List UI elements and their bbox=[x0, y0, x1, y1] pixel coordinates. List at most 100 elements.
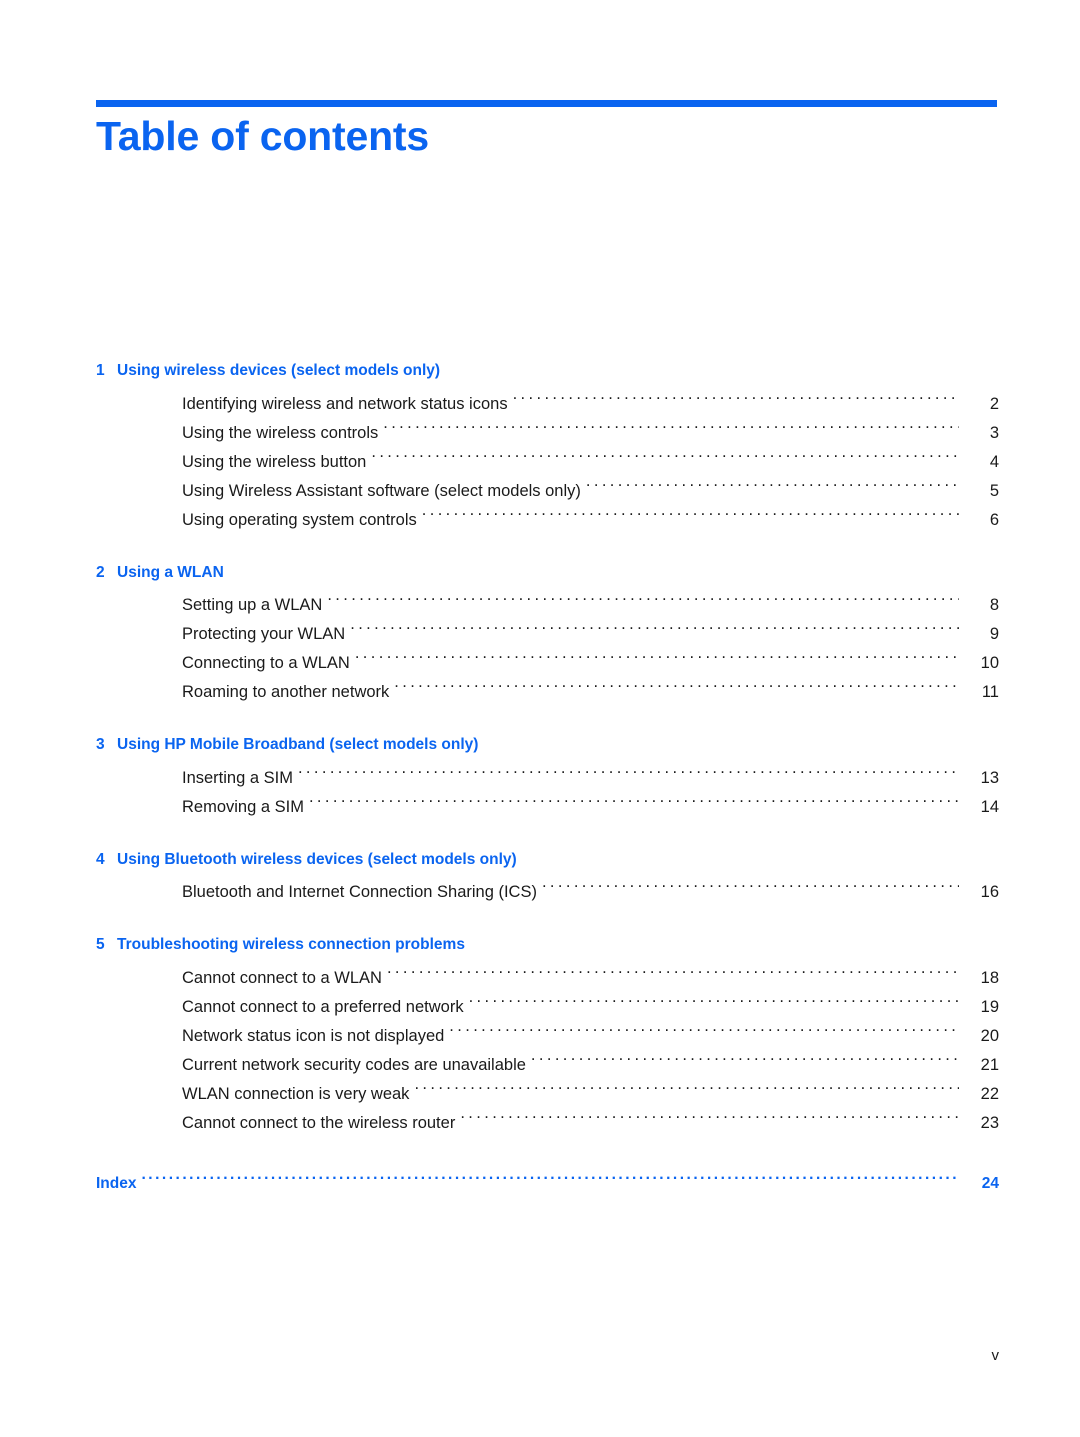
toc-entry[interactable]: Using the wireless button 4 bbox=[96, 448, 999, 477]
toc-entry-label: WLAN connection is very weak bbox=[182, 1084, 410, 1103]
toc-entry-dot-leader bbox=[350, 623, 959, 640]
toc-chapter-number: 2 bbox=[96, 563, 105, 581]
toc-entry[interactable]: Current network security codes are unava… bbox=[96, 1051, 999, 1080]
toc-entry-label: Using the wireless button bbox=[182, 452, 367, 471]
toc-index-entry[interactable]: Index 24 bbox=[96, 1171, 999, 1197]
page-header: Table of contents bbox=[96, 100, 997, 160]
toc-entry-page-number: 16 bbox=[980, 883, 999, 901]
toc-entry[interactable]: Using operating system controls 6 bbox=[96, 506, 999, 535]
toc-entry-label: Network status icon is not displayed bbox=[182, 1026, 445, 1045]
toc-entry[interactable]: Removing a SIM 14 bbox=[96, 793, 999, 822]
title-divider-rule bbox=[96, 100, 997, 107]
toc-entry-dot-leader bbox=[355, 652, 959, 669]
toc-entry-label: Cannot connect to a preferred network bbox=[182, 997, 464, 1016]
toc-entry-dot-leader bbox=[449, 1024, 959, 1041]
toc-chapter: 5 Troubleshooting wireless connection pro… bbox=[96, 937, 999, 1138]
toc-entry-label: Removing a SIM bbox=[182, 797, 304, 816]
toc-index-page-number: 24 bbox=[981, 1174, 999, 1192]
toc-entry-list: Cannot connect to a WLAN18Cannot connect… bbox=[96, 964, 999, 1138]
toc-entry-dot-leader bbox=[542, 881, 959, 898]
toc-entry-list: Bluetooth and Internet Connection Sharin… bbox=[96, 878, 999, 907]
toc-entry-page-number: 4 bbox=[989, 452, 999, 471]
table-of-contents: 1 Using wireless devices (select models o… bbox=[96, 363, 999, 1197]
toc-entry[interactable]: Protecting your WLAN 9 bbox=[96, 620, 999, 649]
toc-entry[interactable]: Connecting to a WLAN 10 bbox=[96, 649, 999, 678]
toc-chapter-heading[interactable]: 2 Using a WLAN bbox=[96, 563, 999, 581]
toc-entry-list: Inserting a SIM 13 Removing a SIM 14 bbox=[96, 764, 999, 822]
toc-entry-label: Bluetooth and Internet Connection Sharin… bbox=[182, 883, 537, 901]
toc-entry-list: Setting up a WLAN 8 Protecting your WLAN 9 C… bbox=[96, 591, 999, 707]
toc-chapter: 3 Using HP Mobile Broadband (select model… bbox=[96, 737, 999, 822]
toc-entry-dot-leader bbox=[469, 995, 959, 1012]
toc-entry[interactable]: Bluetooth and Internet Connection Sharin… bbox=[96, 878, 999, 907]
toc-entry[interactable]: Cannot connect to a WLAN 18 bbox=[96, 964, 999, 993]
toc-entry[interactable]: Cannot connect to the wireless router 23 bbox=[96, 1109, 999, 1138]
toc-entry-dot-leader bbox=[586, 479, 959, 496]
toc-entry-dot-leader bbox=[309, 795, 959, 812]
toc-entry-page-number: 10 bbox=[980, 654, 999, 672]
toc-entry-label: Using Wireless Assistant software (selec… bbox=[182, 481, 581, 500]
toc-entry-label: Roaming to another network bbox=[182, 683, 390, 701]
toc-entry-page-number: 9 bbox=[989, 625, 999, 643]
toc-chapter-heading[interactable]: 1 Using wireless devices (select models o… bbox=[96, 363, 999, 379]
toc-chapter-heading[interactable]: 3 Using HP Mobile Broadband (select model… bbox=[96, 737, 999, 753]
toc-entry-page-number: 19 bbox=[980, 997, 999, 1016]
document-page: Table of contents 1 Using wireless device… bbox=[0, 0, 1080, 1437]
toc-index-dot-leader bbox=[141, 1172, 959, 1188]
toc-chapter: 2 Using a WLAN Setting up a WLAN 8 Protectin… bbox=[96, 563, 999, 708]
toc-entry-dot-leader bbox=[394, 681, 959, 698]
toc-entry-label: Setting up a WLAN bbox=[182, 596, 323, 614]
toc-entry-label: Inserting a SIM bbox=[182, 768, 293, 787]
toc-entry-label: Current network security codes are unava… bbox=[182, 1055, 526, 1074]
toc-entry[interactable]: Setting up a WLAN 8 bbox=[96, 591, 999, 620]
toc-entry[interactable]: Using the wireless controls 3 bbox=[96, 419, 999, 448]
toc-entry-dot-leader bbox=[422, 508, 959, 525]
toc-entry[interactable]: Cannot connect to a preferred network 19 bbox=[96, 993, 999, 1022]
toc-chapter-title: Using wireless devices (select models on… bbox=[117, 362, 441, 379]
toc-entry[interactable]: Network status icon is not displayed 20 bbox=[96, 1022, 999, 1051]
toc-entry-label: Cannot connect to a WLAN bbox=[182, 968, 382, 987]
toc-entry-dot-leader bbox=[460, 1111, 959, 1128]
toc-entry-dot-leader bbox=[531, 1053, 959, 1070]
toc-entry-page-number: 21 bbox=[980, 1055, 999, 1074]
toc-chapter: 1 Using wireless devices (select models o… bbox=[96, 363, 999, 535]
toc-entry[interactable]: Roaming to another network 11 bbox=[96, 678, 999, 707]
toc-entry[interactable]: WLAN connection is very weak 22 bbox=[96, 1080, 999, 1109]
toc-entry-dot-leader bbox=[414, 1082, 959, 1099]
toc-entry-page-number: 22 bbox=[980, 1084, 999, 1103]
toc-chapter-title: Using a WLAN bbox=[117, 563, 224, 581]
toc-chapter-title: Troubleshooting wireless connection prob… bbox=[117, 936, 465, 953]
toc-chapter-title: Using HP Mobile Broadband (select models… bbox=[117, 736, 479, 753]
toc-entry-dot-leader bbox=[371, 450, 959, 467]
toc-chapter-number: 4 bbox=[96, 850, 105, 868]
toc-entry-dot-leader bbox=[383, 421, 959, 438]
toc-chapter-number: 1 bbox=[96, 362, 105, 379]
toc-entry-page-number: 5 bbox=[989, 481, 999, 500]
toc-entry-page-number: 6 bbox=[989, 510, 999, 529]
toc-entry-page-number: 18 bbox=[980, 968, 999, 987]
toc-entry-dot-leader bbox=[327, 594, 959, 611]
toc-entry-dot-leader bbox=[387, 966, 959, 983]
toc-chapter: 4 Using Bluetooth wireless devices (selec… bbox=[96, 850, 999, 908]
toc-entry-page-number: 11 bbox=[981, 683, 999, 701]
toc-chapter-number: 3 bbox=[96, 736, 105, 753]
toc-entry[interactable]: Using Wireless Assistant software (selec… bbox=[96, 477, 999, 506]
toc-entry-page-number: 20 bbox=[980, 1026, 999, 1045]
toc-entry-label: Cannot connect to the wireless router bbox=[182, 1113, 456, 1132]
toc-entry-label: Protecting your WLAN bbox=[182, 625, 346, 643]
toc-chapter-heading[interactable]: 4 Using Bluetooth wireless devices (selec… bbox=[96, 850, 999, 868]
toc-entry-dot-leader bbox=[513, 392, 959, 409]
toc-entry[interactable]: Inserting a SIM 13 bbox=[96, 764, 999, 793]
toc-entry-page-number: 8 bbox=[989, 596, 999, 614]
toc-entry-dot-leader bbox=[298, 766, 959, 783]
toc-entry-page-number: 3 bbox=[989, 423, 999, 442]
toc-entry-label: Identifying wireless and network status … bbox=[182, 394, 508, 413]
toc-chapter-heading[interactable]: 5 Troubleshooting wireless connection pro… bbox=[96, 937, 999, 953]
page-title: Table of contents bbox=[96, 113, 429, 159]
toc-entry-page-number: 13 bbox=[980, 768, 999, 787]
toc-entry-list: Identifying wireless and network status … bbox=[96, 390, 999, 535]
toc-entry-page-number: 23 bbox=[980, 1113, 999, 1132]
toc-index-label: Index bbox=[96, 1174, 137, 1192]
toc-entry[interactable]: Identifying wireless and network status … bbox=[96, 390, 999, 419]
toc-entry-label: Using the wireless controls bbox=[182, 423, 379, 442]
